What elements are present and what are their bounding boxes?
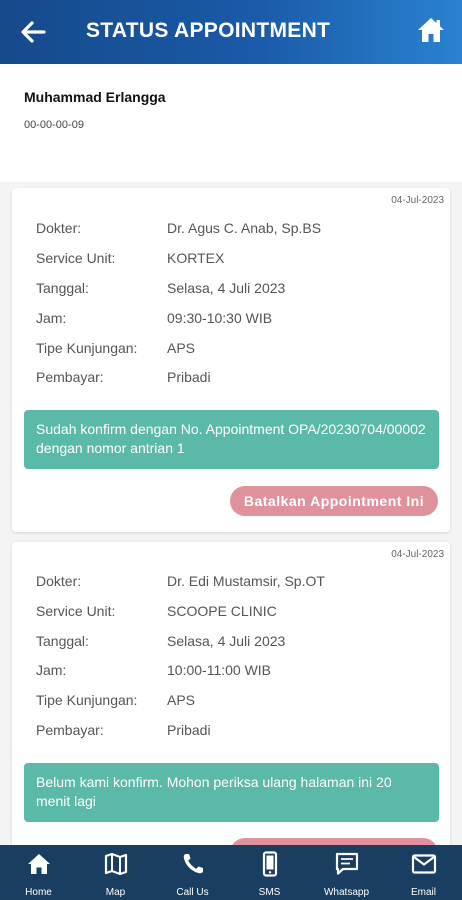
- back-arrow-icon[interactable]: [18, 18, 48, 46]
- home-icon: [27, 854, 50, 874]
- field-value: SCOOPE CLINIC: [167, 603, 277, 619]
- field-label: Tanggal:: [36, 280, 89, 296]
- map-icon: [104, 852, 127, 876]
- field-label: Pembayar:: [36, 722, 104, 738]
- phone-icon: [183, 854, 203, 874]
- nav-whatsapp[interactable]: Whatsapp: [308, 845, 385, 900]
- appointment-card: 04-Jul-2023 Dokter: Dr. Edi Mustamsir, S…: [12, 542, 450, 872]
- field-label: Tipe Kunjungan:: [36, 692, 138, 708]
- nav-sms[interactable]: SMS: [231, 845, 308, 900]
- field-value: 10:00-11:00 WIB: [167, 662, 272, 678]
- nav-label: SMS: [258, 887, 281, 898]
- nav-email[interactable]: Email: [385, 845, 462, 900]
- cancel-appointment-button[interactable]: Batalkan Appointment Ini: [230, 486, 438, 516]
- app-header: STATUS APPOINTMENT: [0, 0, 462, 64]
- field-value: 09:30-10:30 WIB: [167, 310, 273, 326]
- appointment-status-message: Sudah konfirm dengan No. Appointment OPA…: [24, 410, 439, 469]
- email-icon: [411, 854, 436, 874]
- home-icon[interactable]: [416, 15, 446, 45]
- appointment-card: 04-Jul-2023 Dokter: Dr. Agus C. Anab, Sp…: [12, 188, 450, 532]
- field-value: Selasa, 4 Juli 2023: [167, 633, 286, 649]
- field-value: Selasa, 4 Juli 2023: [167, 280, 286, 296]
- page-title: STATUS APPOINTMENT: [86, 19, 331, 42]
- field-label: Dokter:: [36, 573, 82, 589]
- appointment-date: 04-Jul-2023: [391, 549, 444, 560]
- nav-label: Whatsapp: [323, 887, 370, 898]
- appointment-status-message: Belum kami konfirm. Mohon periksa ulang …: [24, 763, 439, 822]
- field-value: KORTEX: [167, 250, 225, 266]
- nav-home[interactable]: Home: [0, 845, 77, 900]
- field-label: Tanggal:: [36, 633, 89, 649]
- nav-label: Call Us: [176, 887, 209, 898]
- mobile-phone-icon: [262, 851, 277, 877]
- appointment-date: 04-Jul-2023: [391, 195, 444, 206]
- nav-map[interactable]: Map: [77, 845, 154, 900]
- bottom-navigation: Home Map Call Us SMS Whatsapp Email: [0, 845, 462, 900]
- field-value: Pribadi: [167, 722, 211, 738]
- chat-icon: [335, 852, 358, 875]
- field-label: Jam:: [36, 662, 67, 678]
- field-label: Pembayar:: [36, 369, 104, 385]
- field-label: Service Unit:: [36, 250, 116, 266]
- field-value: APS: [167, 340, 196, 356]
- field-label: Service Unit:: [36, 603, 116, 619]
- nav-label: Home: [25, 887, 52, 898]
- patient-name: Muhammad Erlangga: [24, 89, 166, 105]
- field-value: Pribadi: [167, 369, 211, 385]
- nav-label: Map: [105, 887, 126, 898]
- field-label: Jam:: [36, 310, 67, 326]
- field-label: Tipe Kunjungan:: [36, 340, 138, 356]
- field-value: Dr. Agus C. Anab, Sp.BS: [167, 220, 322, 236]
- patient-id: 00-00-00-09: [24, 119, 84, 131]
- field-value: APS: [167, 692, 196, 708]
- nav-label: Email: [410, 887, 436, 898]
- nav-call-us[interactable]: Call Us: [154, 845, 231, 900]
- field-value: Dr. Edi Mustamsir, Sp.OT: [167, 573, 325, 589]
- patient-info: Muhammad Erlangga 00-00-00-09: [0, 64, 462, 182]
- field-label: Dokter:: [36, 220, 82, 236]
